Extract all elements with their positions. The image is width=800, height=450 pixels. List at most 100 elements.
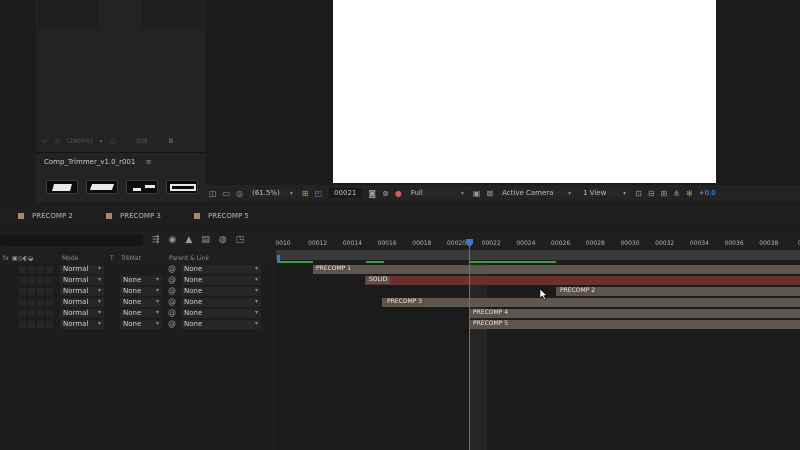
comp-name-dropdown[interactable]: Comp_Trimmer_v1.0_r001 ≡ xyxy=(44,158,151,166)
glasses-icon[interactable]: ◎ xyxy=(55,138,60,145)
layer-duration-bar[interactable] xyxy=(469,309,800,318)
layer-row[interactable]: Normal ▾ None ▾ @ None ▾ xyxy=(0,297,276,308)
layer-row[interactable]: Normal ▾ None ▾ @ None ▾ xyxy=(0,286,276,297)
layer-duration-bar[interactable] xyxy=(469,320,800,329)
layer-switch[interactable] xyxy=(37,321,44,328)
trkmat-select[interactable]: None ▾ xyxy=(120,276,162,285)
layer-switch[interactable] xyxy=(28,321,35,328)
pick-whip-icon[interactable]: @ xyxy=(168,319,176,328)
timecode-field[interactable]: 00021 xyxy=(328,188,363,198)
fast-preview-icon[interactable]: ⊟ xyxy=(648,189,655,198)
trkmat-select[interactable]: None ▾ xyxy=(120,309,162,318)
region-of-interest-icon[interactable]: ▣ xyxy=(473,189,481,198)
blend-mode-select[interactable]: Normal ▾ xyxy=(60,320,104,329)
layer-row[interactable]: Normal ▾ None ▾ @ None ▾ xyxy=(0,275,276,286)
exposure-value[interactable]: +0.0 xyxy=(699,189,716,197)
thumbnail-frame-3[interactable] xyxy=(126,180,158,194)
shy-icon[interactable]: ▲ xyxy=(185,235,192,245)
flowchart-icon[interactable]: ⋔ xyxy=(673,189,680,198)
resolution-select[interactable]: Full ▾ xyxy=(407,189,467,197)
pick-whip-icon[interactable]: @ xyxy=(168,286,176,295)
layer-switch[interactable] xyxy=(19,288,26,295)
tab-precomp-5[interactable]: PRECOMP 5 xyxy=(176,212,264,220)
tab-precomp-2[interactable]: PRECOMP 2 xyxy=(0,212,88,220)
exposure-reset-icon[interactable]: ✻ xyxy=(686,189,693,198)
pick-whip-icon[interactable]: @ xyxy=(168,264,176,273)
layer-row[interactable]: Normal ▾ None ▾ @ None ▾ xyxy=(0,308,276,319)
layer-switch[interactable] xyxy=(28,266,35,273)
camera-icon[interactable]: ◘ xyxy=(168,138,173,145)
camera-select[interactable]: Active Camera ▾ xyxy=(499,189,575,197)
work-area-bar[interactable] xyxy=(276,250,800,260)
layer-row[interactable]: Normal ▾ None ▾ @ None ▾ xyxy=(0,319,276,330)
layer-switch[interactable] xyxy=(37,288,44,295)
layer-switch[interactable] xyxy=(46,321,53,328)
layer-switch[interactable] xyxy=(46,310,53,317)
color-channels-icon[interactable]: ● xyxy=(395,189,402,198)
frame-blending-icon[interactable]: ▤ xyxy=(201,235,210,245)
layer-switch[interactable] xyxy=(19,277,26,284)
layer-switch[interactable] xyxy=(28,310,35,317)
channels-icon[interactable]: ◫ xyxy=(209,189,217,198)
layer-row[interactable]: Normal ▾ @ None ▾ xyxy=(0,264,276,275)
layer-switch[interactable] xyxy=(19,266,26,273)
trkmat-select[interactable]: None ▾ xyxy=(120,320,162,329)
comp-mini-flowchart-icon[interactable]: ⇶ xyxy=(152,235,160,245)
layer-switch[interactable] xyxy=(37,266,44,273)
blend-mode-select[interactable]: Normal ▾ xyxy=(60,298,104,307)
layer-duration-bar[interactable] xyxy=(382,298,800,307)
chevron-down-icon[interactable]: ▾ xyxy=(100,138,103,145)
monitor-icon[interactable]: ▭ xyxy=(42,138,48,145)
time-ruler[interactable]: 0010 00012 00014 00016 00018 00020 00022 00024 0… xyxy=(275,232,800,252)
grid-icon[interactable]: ⊞ xyxy=(302,189,309,198)
blend-mode-select[interactable]: Normal ▾ xyxy=(60,287,104,296)
layer-search-input[interactable] xyxy=(0,235,143,246)
zoom-readout[interactable]: (2400%) xyxy=(67,138,93,145)
playhead-line[interactable] xyxy=(469,239,470,450)
trkmat-select[interactable]: None ▾ xyxy=(120,298,162,307)
layer-switch[interactable] xyxy=(46,277,53,284)
parent-select[interactable]: None ▾ xyxy=(181,320,261,329)
layer-switch[interactable] xyxy=(28,299,35,306)
parent-select[interactable]: None ▾ xyxy=(181,287,261,296)
pixel-aspect-icon[interactable]: ⊡ xyxy=(635,189,642,198)
pick-whip-icon[interactable]: @ xyxy=(168,297,176,306)
blend-mode-select[interactable]: Normal ▾ xyxy=(60,276,104,285)
layer-switch[interactable] xyxy=(37,310,44,317)
pick-whip-icon[interactable]: @ xyxy=(168,275,176,284)
transparency-grid-icon[interactable]: ⊠ xyxy=(486,189,493,198)
magnification-select[interactable]: (61.5%) ▾ xyxy=(249,189,296,197)
layer-switch[interactable] xyxy=(46,266,53,273)
layer-switch[interactable] xyxy=(19,310,26,317)
layer-switch[interactable] xyxy=(46,299,53,306)
blend-mode-select[interactable]: Normal ▾ xyxy=(60,265,104,274)
layer-switch[interactable] xyxy=(28,288,35,295)
menu-icon[interactable]: ≡ xyxy=(146,158,152,166)
timeline-icon[interactable]: ⊞ xyxy=(661,189,668,198)
graph-editor-icon[interactable]: ◳ xyxy=(236,235,245,245)
show-snapshot-icon[interactable]: ⊗ xyxy=(382,189,389,198)
parent-select[interactable]: None ▾ xyxy=(181,298,261,307)
layer-switch[interactable] xyxy=(46,288,53,295)
thumbnail-frame-1[interactable] xyxy=(46,180,78,194)
comp-canvas[interactable] xyxy=(333,0,716,183)
layer-switch[interactable] xyxy=(37,299,44,306)
draft-3d-icon[interactable]: ◉ xyxy=(169,235,177,245)
thumbnail-frame-4[interactable] xyxy=(166,180,198,194)
motion-blur-icon[interactable]: ◍ xyxy=(219,235,227,245)
glasses-icon[interactable]: ◎ xyxy=(236,189,243,198)
layer-switch[interactable] xyxy=(37,277,44,284)
composition-viewer[interactable] xyxy=(205,0,800,185)
snapshot-icon[interactable]: ▢ xyxy=(110,138,116,145)
trkmat-select[interactable]: None ▾ xyxy=(120,287,162,296)
thumbnail-frame-2[interactable] xyxy=(86,180,118,194)
mask-visibility-icon[interactable]: ◰ xyxy=(315,189,323,198)
parent-select[interactable]: None ▾ xyxy=(181,309,261,318)
av-switches-icon[interactable]: ▣◎◐◒ xyxy=(12,255,33,262)
layer-duration-bar[interactable] xyxy=(313,265,800,274)
display-icon[interactable]: ▭ xyxy=(223,189,231,198)
view-layout-select[interactable]: 1 View ▾ xyxy=(580,189,630,197)
parent-select[interactable]: None ▾ xyxy=(181,265,261,274)
camera-icon[interactable]: ◙ xyxy=(368,189,376,198)
layer-switch[interactable] xyxy=(19,299,26,306)
